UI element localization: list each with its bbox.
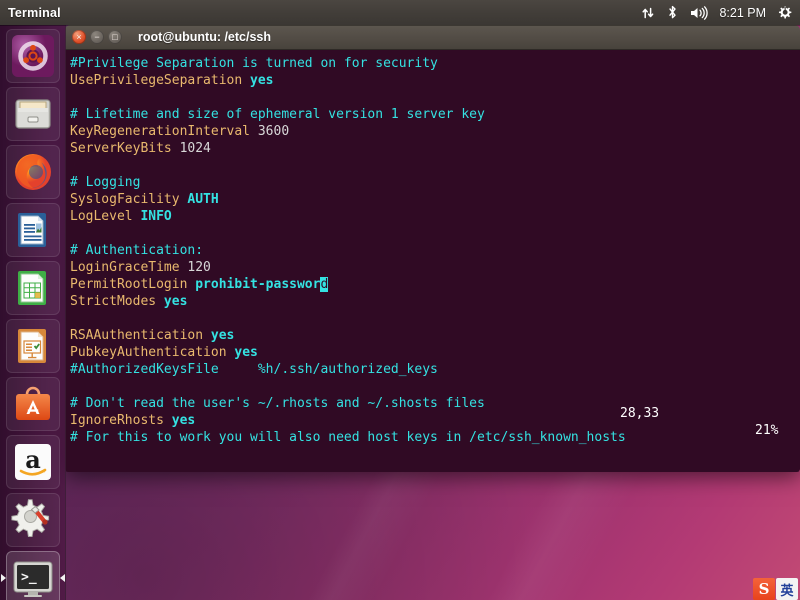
ubuntu-logo-icon (11, 35, 54, 77)
terminal-line: UsePrivilegeSeparation yes (70, 72, 796, 89)
terminal-line: # Lifetime and size of ephemeral version… (70, 106, 796, 123)
terminal-line: #AuthorizedKeysFile %h/.ssh/authorized_k… (70, 361, 796, 378)
terminal-span: KeyRegenerationInterval (70, 124, 258, 139)
launcher-item-terminal[interactable]: >_ (0, 551, 65, 600)
terminal-span: PermitRootLogin (70, 277, 196, 292)
terminal-line: # Logging (70, 174, 796, 191)
software-bag-icon (15, 386, 50, 420)
terminal-line: #Privilege Separation is turned on for s… (70, 55, 796, 72)
launcher-item-calc[interactable] (5, 261, 60, 315)
vim-cursor-position: 28,33 (620, 406, 660, 421)
terminal-span: yes (234, 345, 258, 360)
clock[interactable]: 8:21 PM (719, 6, 766, 20)
launcher-item-impress[interactable] (5, 319, 60, 373)
terminal-line: PermitRootLogin prohibit-password (70, 276, 796, 293)
terminal-span: INFO (140, 209, 172, 224)
launcher-item-amazon[interactable]: a (5, 435, 60, 489)
terminal-span: #AuthorizedKeysFile %h/.ssh/authorized_k… (70, 362, 438, 377)
terminal-text-area[interactable]: #Privilege Separation is turned on for s… (65, 50, 800, 446)
sogou-logo-icon[interactable]: S (753, 578, 775, 600)
gear-wrench-icon (10, 499, 49, 537)
terminal-span: RSAAuthentication (70, 328, 211, 343)
terminal-span: # Logging (70, 175, 141, 190)
terminal-titlebar[interactable]: × − □ root@ubuntu: /etc/ssh (65, 25, 800, 50)
spreadsheet-icon (17, 271, 46, 305)
svg-text:a: a (25, 445, 41, 474)
presentation-icon (17, 329, 46, 363)
launcher-item-settings[interactable] (5, 493, 60, 547)
svg-text:>_: >_ (21, 570, 37, 585)
panel-app-title: Terminal (8, 5, 61, 20)
top-panel: Terminal 8:21 PM (0, 0, 800, 25)
terminal-span: 1024 (179, 141, 211, 156)
launcher-item-software[interactable] (5, 377, 60, 431)
launcher-item-files[interactable] (5, 87, 60, 141)
system-menu-icon[interactable] (776, 0, 793, 25)
vim-status-line: 28,33 21% (65, 388, 800, 456)
terminal-span: StrictModes (70, 294, 164, 309)
terminal-line: ServerKeyBits 1024 (70, 140, 796, 157)
launcher-item-writer[interactable] (5, 203, 60, 257)
terminal-span: 3600 (257, 124, 290, 139)
minimize-button[interactable]: − (90, 30, 104, 44)
amazon-icon: a (14, 444, 51, 480)
terminal-line: LogLevel INFO (70, 208, 796, 225)
firefox-icon (14, 154, 51, 190)
terminal-span: yes (210, 328, 235, 343)
terminal-span: # Lifetime and size of ephemeral version… (70, 107, 485, 122)
panel-indicators: 8:21 PM (640, 0, 793, 25)
terminal-line: PubkeyAuthentication yes (70, 344, 796, 361)
terminal-span: yes (163, 294, 188, 309)
volume-icon[interactable] (689, 0, 709, 25)
document-icon (17, 213, 46, 247)
terminal-line: KeyRegenerationInterval 3600 (70, 123, 796, 140)
terminal-span: PubkeyAuthentication (70, 345, 235, 360)
terminal-span: SyslogFacility (70, 192, 188, 207)
ubuntu-desktop: Terminal 8:21 PM a >_ × − □ root@ubuntu:… (0, 0, 800, 600)
terminal-span: UsePrivilegeSeparation (70, 73, 251, 88)
terminal-line: LoginGraceTime 120 (70, 259, 796, 276)
ime-language-toggle[interactable]: 英 (776, 578, 798, 600)
terminal-span: LogLevel (70, 209, 141, 224)
maximize-button[interactable]: □ (108, 30, 122, 44)
unity-launcher: a >_ (0, 25, 66, 600)
terminal-span: 120 (187, 260, 211, 275)
close-button[interactable]: × (72, 30, 86, 44)
vim-scroll-percent: 21% (755, 423, 779, 438)
terminal-span: yes (250, 73, 274, 88)
terminal-line: SyslogFacility AUTH (70, 191, 796, 208)
terminal-span: LoginGraceTime (70, 260, 188, 275)
sogou-ime-indicator[interactable]: S 英 (753, 578, 798, 600)
terminal-span: # Authentication: (70, 243, 204, 258)
window-title: root@ubuntu: /etc/ssh (138, 30, 272, 44)
terminal-cursor: d (320, 277, 329, 292)
terminal-span: AUTH (187, 192, 219, 207)
terminal-window[interactable]: × − □ root@ubuntu: /etc/ssh #Privilege S… (65, 25, 800, 472)
terminal-span: #Privilege Separation is turned on for s… (70, 56, 438, 71)
terminal-icon: >_ (13, 561, 52, 597)
terminal-line: RSAAuthentication yes (70, 327, 796, 344)
terminal-span: ServerKeyBits (70, 141, 180, 156)
network-icon[interactable] (640, 0, 656, 25)
launcher-item-dash-home[interactable] (5, 29, 60, 83)
terminal-line: StrictModes yes (70, 293, 796, 310)
terminal-body[interactable]: #Privilege Separation is turned on for s… (65, 50, 800, 472)
bluetooth-icon[interactable] (666, 0, 679, 25)
terminal-line: # Authentication: (70, 242, 796, 259)
file-cabinet-icon (14, 99, 51, 129)
launcher-item-firefox[interactable] (5, 145, 60, 199)
terminal-span: prohibit-passwor (195, 277, 321, 292)
